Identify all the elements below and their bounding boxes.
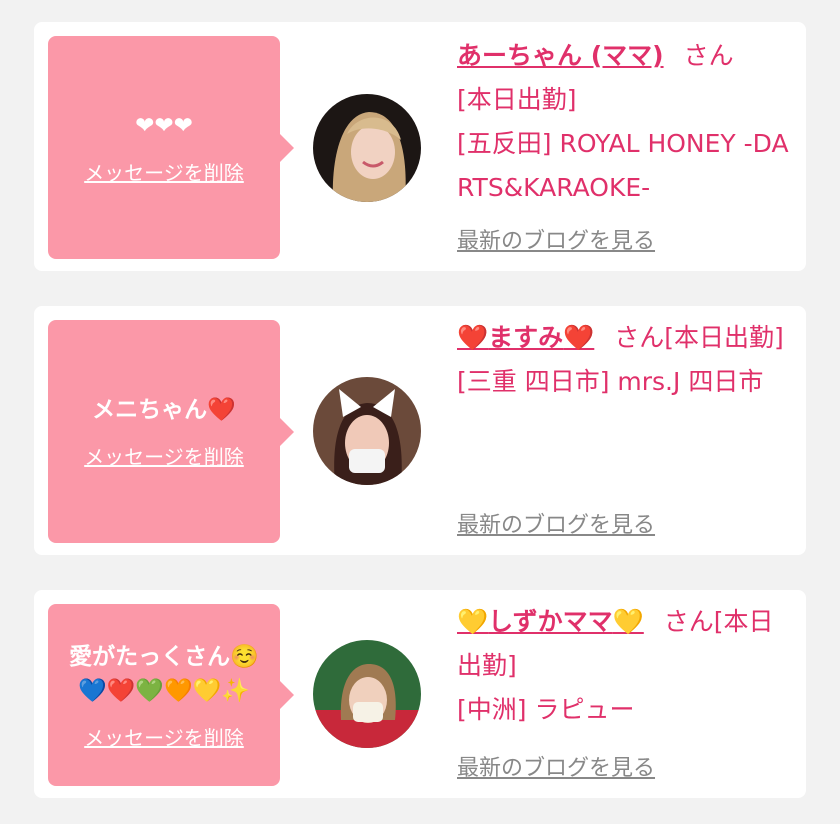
delete-message-link[interactable]: メッセージを削除 — [84, 722, 244, 751]
cast-name-line: 💛しずかママ💛 さん[本日出勤] — [457, 600, 797, 688]
message-card: 愛がたっくさん☺️💙❤️💚🧡💛✨ メッセージを削除 💛しずかママ💛 さん[本日出勤… — [34, 590, 806, 798]
message-list: ❤❤❤ メッセージを削除 あーちゃん (ママ) さん [本日出勤] [五反田] R… — [0, 0, 840, 824]
message-card: メニちゃん❤️ メッセージを削除 ❤️ますみ❤️ さん[本日出勤] [三重 四日市… — [34, 306, 806, 555]
message-bubble: 愛がたっくさん☺️💙❤️💚🧡💛✨ メッセージを削除 — [48, 604, 294, 786]
cast-name-link[interactable]: ❤️ますみ❤️ — [457, 323, 594, 352]
cast-name-link[interactable]: あーちゃん (ママ) — [457, 41, 664, 70]
cast-name-text: しずかママ — [488, 607, 613, 636]
delete-message-link[interactable]: メッセージを削除 — [84, 441, 244, 470]
avatar[interactable] — [313, 377, 421, 485]
latest-blog-link[interactable]: 最新のブログを見る — [457, 507, 655, 539]
avatar-photo-blonde — [313, 94, 421, 202]
message-card: ❤❤❤ メッセージを削除 あーちゃん (ママ) さん [本日出勤] [五反田] R… — [34, 22, 806, 271]
yellow-heart-icon: 💛 — [457, 607, 489, 636]
shop-name: [五反田] ROYAL HONEY -DARTS&KARAOKE- — [457, 129, 789, 202]
san-label: さん — [683, 41, 734, 70]
san-label: さん[本日出勤] — [614, 323, 784, 352]
cast-info: ❤️ますみ❤️ さん[本日出勤] [三重 四日市] mrs.J 四日市 — [457, 316, 797, 404]
latest-blog-link[interactable]: 最新のブログを見る — [457, 223, 655, 255]
avatar[interactable] — [313, 640, 421, 748]
message-bubble: メニちゃん❤️ メッセージを削除 — [48, 320, 294, 543]
message-text: メニちゃん❤️ — [92, 397, 236, 423]
shop-name: [三重 四日市] mrs.J 四日市 — [457, 367, 764, 396]
cast-name-line: あーちゃん (ママ) さん — [457, 34, 797, 78]
latest-blog-link[interactable]: 最新のブログを見る — [457, 750, 655, 782]
cast-name-text: ますみ — [488, 323, 564, 352]
message-bubble: ❤❤❤ メッセージを削除 — [48, 36, 294, 259]
avatar-photo-stadium — [313, 640, 421, 748]
message-text: ❤❤❤ — [135, 113, 193, 139]
heart-icon: ❤️ — [457, 323, 489, 352]
message-text: 愛がたっくさん☺️💙❤️💚🧡💛✨ — [69, 643, 259, 704]
heart-icon: ❤️ — [563, 323, 595, 352]
delete-message-link[interactable]: メッセージを削除 — [84, 157, 244, 186]
cast-info: 💛しずかママ💛 さん[本日出勤] [中洲] ラピュー — [457, 600, 797, 732]
cast-name-link[interactable]: 💛しずかママ💛 — [457, 607, 644, 636]
yellow-heart-icon: 💛 — [612, 607, 644, 636]
cast-name-line: ❤️ますみ❤️ さん[本日出勤] — [457, 316, 797, 360]
avatar[interactable] — [313, 94, 421, 202]
cast-info: あーちゃん (ママ) さん [本日出勤] [五反田] ROYAL HONEY -D… — [457, 34, 797, 210]
work-status: [本日出勤] — [457, 85, 577, 114]
shop-name: [中洲] ラピュー — [457, 695, 635, 724]
avatar-photo-cat-ears — [313, 377, 421, 485]
